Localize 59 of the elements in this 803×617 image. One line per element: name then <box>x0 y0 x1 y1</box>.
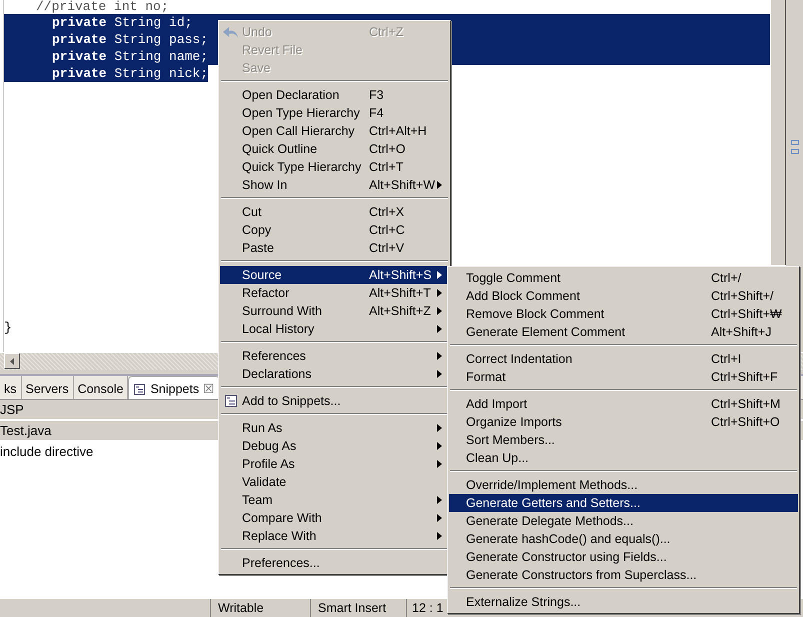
view-tab[interactable]: Snippets ☒ <box>128 376 220 399</box>
menu-item[interactable]: Add Import Ctrl+Shift+M <box>449 395 798 413</box>
snippet-icon <box>224 394 238 408</box>
menu-item[interactable]: Team <box>220 491 449 509</box>
menu-item[interactable]: Generate Constructors from Superclass... <box>449 566 798 584</box>
menu-item[interactable]: Profile As <box>220 455 449 473</box>
menu-item[interactable]: Generate Delegate Methods... <box>449 512 798 530</box>
status-field: 12 : 1 <box>406 599 444 617</box>
close-icon[interactable]: ☒ <box>203 380 216 399</box>
menu-item[interactable]: Toggle Comment Ctrl+/ <box>449 269 798 287</box>
menu-item[interactable]: Replace With <box>220 527 449 545</box>
menu-item[interactable]: Open Call Hierarchy Ctrl+Alt+H <box>220 122 449 140</box>
menu-item[interactable]: Local History <box>220 320 449 338</box>
menu-item[interactable]: Generate Constructor using Fields... <box>449 548 798 566</box>
menu-item[interactable]: Copy Ctrl+C <box>220 221 449 239</box>
menu-item[interactable]: Override/Implement Methods... <box>449 476 798 494</box>
menu-item[interactable]: Correct Indentation Ctrl+I <box>449 350 798 368</box>
code-line: } <box>4 319 12 336</box>
menu-item[interactable]: Add Block Comment Ctrl+Shift+/ <box>449 287 798 305</box>
menu-item[interactable]: Refactor Alt+Shift+T <box>220 284 449 302</box>
code-comment: //private int no; <box>36 0 169 16</box>
view-tab[interactable]: ks <box>0 376 22 399</box>
menu-item[interactable]: Source Alt+Shift+S <box>220 266 449 284</box>
vertical-scrollbar[interactable] <box>770 0 786 265</box>
menu-item[interactable]: Generate hashCode() and equals()... <box>449 530 798 548</box>
menu-item[interactable]: References <box>220 347 449 365</box>
menu-item[interactable]: Generate Element Comment Alt+Shift+J <box>449 323 798 341</box>
left-arrow-icon <box>10 358 14 364</box>
menu-item[interactable]: Quick Type Hierarchy Ctrl+T <box>220 158 449 176</box>
undo-icon <box>223 25 239 40</box>
menu-item[interactable]: Clean Up... <box>449 449 798 467</box>
menu-item[interactable]: Preferences... <box>220 554 449 572</box>
menu-item[interactable]: Generate Getters and Setters... <box>449 494 798 512</box>
scroll-left-button[interactable] <box>4 353 20 369</box>
menu-item[interactable]: Open Declaration F3 <box>220 86 449 104</box>
menu-item[interactable]: Add to Snippets... <box>220 392 449 410</box>
view-tab[interactable]: Servers <box>22 376 74 399</box>
menu-item[interactable]: Surround With Alt+Shift+Z <box>220 302 449 320</box>
menu-item[interactable]: Open Type Hierarchy F4 <box>220 104 449 122</box>
menu-item[interactable]: Externalize Strings... <box>449 593 798 611</box>
menu-item[interactable]: Validate <box>220 473 449 491</box>
code-line: private String pass; <box>52 31 208 48</box>
menu-item[interactable]: Paste Ctrl+V <box>220 239 449 257</box>
menu-item[interactable]: Cut Ctrl+X <box>220 203 449 221</box>
menu-item[interactable]: Declarations <box>220 365 449 383</box>
menu-item[interactable]: Debug As <box>220 437 449 455</box>
menu-item[interactable]: Format Ctrl+Shift+F <box>449 368 798 386</box>
snippet-icon <box>133 383 146 396</box>
menu-item[interactable]: Show In Alt+Shift+W <box>220 176 449 194</box>
menu-item[interactable]: Quick Outline Ctrl+O <box>220 140 449 158</box>
code-line: private String id; <box>52 14 192 31</box>
menu-item[interactable]: Remove Block Comment Ctrl+Shift+₩ <box>449 305 798 323</box>
status-field: Smart Insert <box>310 599 406 617</box>
menu-item[interactable]: Run As <box>220 419 449 437</box>
status-field: Writable <box>210 599 310 617</box>
code-line: private String name; <box>52 48 208 65</box>
menu-item[interactable]: Compare With <box>220 509 449 527</box>
menu-item[interactable]: Sort Members... <box>449 431 798 449</box>
menu-item[interactable]: Organize Imports Ctrl+Shift+O <box>449 413 798 431</box>
